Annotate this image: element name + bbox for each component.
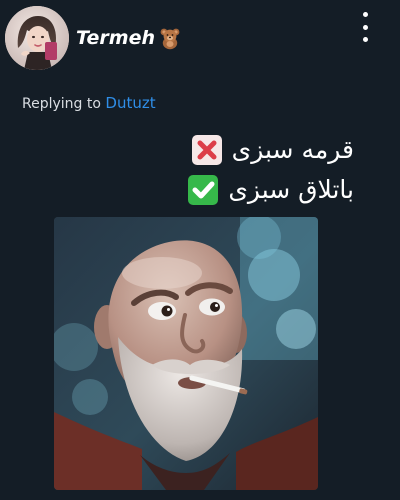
check-mark-icon	[188, 175, 219, 205]
cross-mark-icon	[191, 135, 222, 165]
avatar-image	[5, 6, 69, 70]
vertical-ellipsis-icon	[362, 24, 368, 30]
vertical-ellipsis-icon	[362, 37, 368, 42]
tweet-text-line-2: باتلاق سبزی	[228, 175, 354, 204]
profile-avatar[interactable]	[5, 6, 69, 70]
bald-man-with-cigarette-image	[54, 217, 318, 490]
username[interactable]: Termeh	[76, 26, 155, 50]
user-name-row[interactable]: Termeh	[76, 26, 182, 50]
more-options-button[interactable]	[356, 12, 374, 42]
teddy-bear-icon	[160, 28, 180, 50]
tweet-media-photo[interactable]	[54, 217, 318, 490]
reply-label: Replying to	[22, 96, 101, 112]
tweet-line-1: قرمه سبزی	[191, 135, 354, 165]
tweet-line-2: باتلاق سبزی	[188, 175, 354, 205]
tweet-text-line-1: قرمه سبزی	[231, 135, 354, 164]
reply-context: Replying to Dutuzt	[22, 95, 156, 112]
reply-handle-link[interactable]: Dutuzt	[105, 94, 155, 112]
vertical-ellipsis-icon	[362, 12, 368, 17]
